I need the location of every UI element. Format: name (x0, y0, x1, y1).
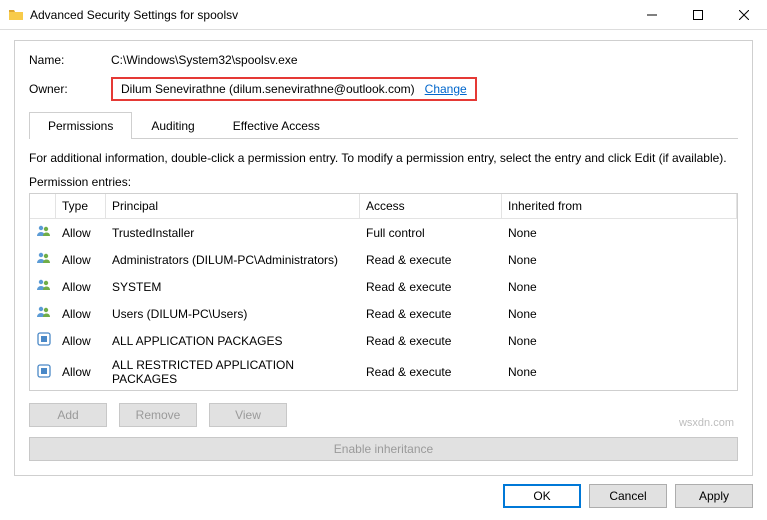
table-row[interactable]: AllowTrustedInstallerFull controlNone (30, 219, 737, 246)
cell-principal: ALL APPLICATION PACKAGES (106, 332, 360, 350)
owner-highlight: Dilum Senevirathne (dilum.senevirathne@o… (111, 77, 477, 101)
tab-auditing[interactable]: Auditing (132, 112, 213, 139)
table-row[interactable]: AllowUsers (DILUM-PC\Users)Read & execut… (30, 300, 737, 327)
cell-inherited: None (502, 332, 737, 350)
cell-principal: Administrators (DILUM-PC\Administrators) (106, 251, 360, 269)
cell-type: Allow (56, 251, 106, 269)
watermark: wsxdn.com (679, 417, 734, 429)
name-value: C:\Windows\System32\spoolsv.exe (111, 53, 298, 67)
remove-button[interactable]: Remove (119, 403, 197, 427)
close-button[interactable] (721, 0, 767, 30)
cell-access: Read & execute (360, 363, 502, 381)
users-icon (30, 275, 56, 298)
package-icon (30, 361, 56, 384)
maximize-button[interactable] (675, 0, 721, 30)
info-text: For additional information, double-click… (29, 151, 738, 165)
col-principal[interactable]: Principal (106, 194, 360, 218)
tabs: Permissions Auditing Effective Access (29, 111, 738, 139)
cell-principal: TrustedInstaller (106, 224, 360, 242)
apply-button[interactable]: Apply (675, 484, 753, 508)
cell-type: Allow (56, 278, 106, 296)
cell-principal: SYSTEM (106, 278, 360, 296)
entries-label: Permission entries: (29, 175, 738, 189)
cell-principal: ALL RESTRICTED APPLICATION PACKAGES (106, 356, 360, 388)
dialog-footer: OK Cancel Apply (0, 476, 767, 520)
view-button[interactable]: View (209, 403, 287, 427)
col-type[interactable]: Type (56, 194, 106, 218)
window-title: Advanced Security Settings for spoolsv (30, 8, 629, 22)
cell-type: Allow (56, 363, 106, 381)
cell-inherited: None (502, 278, 737, 296)
cell-type: Allow (56, 224, 106, 242)
col-access[interactable]: Access (360, 194, 502, 218)
table-row[interactable]: AllowALL RESTRICTED APPLICATION PACKAGES… (30, 354, 737, 390)
tab-permissions[interactable]: Permissions (29, 112, 132, 139)
ok-button[interactable]: OK (503, 484, 581, 508)
cell-access: Full control (360, 224, 502, 242)
cell-access: Read & execute (360, 251, 502, 269)
cell-inherited: None (502, 305, 737, 323)
cell-type: Allow (56, 305, 106, 323)
cell-access: Read & execute (360, 305, 502, 323)
owner-value: Dilum Senevirathne (dilum.senevirathne@o… (121, 82, 415, 96)
users-icon (30, 221, 56, 244)
main-panel: Name: C:\Windows\System32\spoolsv.exe Ow… (14, 40, 753, 476)
folder-icon (8, 7, 24, 23)
cell-principal: Users (DILUM-PC\Users) (106, 305, 360, 323)
change-owner-link[interactable]: Change (425, 82, 467, 96)
tab-effective-access[interactable]: Effective Access (214, 112, 339, 139)
cancel-button[interactable]: Cancel (589, 484, 667, 508)
permission-grid: Type Principal Access Inherited from All… (29, 193, 738, 391)
cell-inherited: None (502, 224, 737, 242)
titlebar: Advanced Security Settings for spoolsv (0, 0, 767, 30)
table-row[interactable]: AllowSYSTEMRead & executeNone (30, 273, 737, 300)
cell-access: Read & execute (360, 278, 502, 296)
owner-label: Owner: (29, 82, 111, 96)
table-row[interactable]: AllowALL APPLICATION PACKAGESRead & exec… (30, 327, 737, 354)
enable-inheritance-button[interactable]: Enable inheritance (29, 437, 738, 461)
cell-access: Read & execute (360, 332, 502, 350)
minimize-button[interactable] (629, 0, 675, 30)
users-icon (30, 302, 56, 325)
table-row[interactable]: AllowAdministrators (DILUM-PC\Administra… (30, 246, 737, 273)
name-label: Name: (29, 53, 111, 67)
cell-inherited: None (502, 363, 737, 381)
users-icon (30, 248, 56, 271)
cell-type: Allow (56, 332, 106, 350)
col-inherited[interactable]: Inherited from (502, 194, 737, 218)
add-button[interactable]: Add (29, 403, 107, 427)
col-icon[interactable] (30, 194, 56, 218)
cell-inherited: None (502, 251, 737, 269)
package-icon (30, 329, 56, 352)
